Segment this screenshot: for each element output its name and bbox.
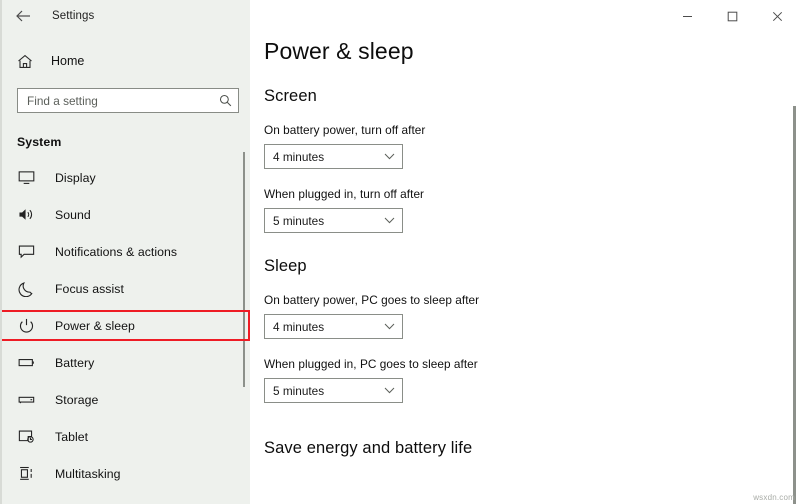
sidebar-item-tablet-label: Tablet <box>55 429 89 444</box>
content-pane: Power & sleep Screen On battery power, t… <box>250 0 800 504</box>
sidebar-item-home[interactable]: Home <box>2 44 250 78</box>
chevron-down-icon <box>383 385 395 397</box>
search-icon <box>218 94 232 108</box>
home-icon <box>16 52 34 70</box>
settings-window: Settings Home System <box>0 0 800 504</box>
storage-icon <box>17 390 36 409</box>
watermark: wsxdn.com <box>753 493 795 502</box>
section-heading-screen: Screen <box>264 87 317 105</box>
sidebar-item-battery-label: Battery <box>55 355 95 370</box>
sidebar-scrollbar[interactable] <box>243 152 245 387</box>
sidebar-item-power-and-sleep[interactable]: Power & sleep <box>2 307 250 344</box>
setting-sleep-plugged-in: When plugged in, PC goes to sleep after … <box>264 357 800 403</box>
back-arrow-icon[interactable] <box>12 5 34 27</box>
setting-screen-plugged-in: When plugged in, turn off after 5 minute… <box>264 187 800 233</box>
app-title: Settings <box>52 10 95 22</box>
window-controls <box>665 0 800 32</box>
sidebar-item-battery[interactable]: Battery <box>2 344 250 381</box>
sidebar: Settings Home System <box>2 0 250 504</box>
sidebar-item-notifications[interactable]: Notifications & actions <box>2 233 250 270</box>
setting-label: When plugged in, turn off after <box>264 187 425 201</box>
sidebar-item-sound-label: Sound <box>55 207 91 222</box>
battery-icon <box>17 353 36 372</box>
sidebar-item-storage-label: Storage <box>55 392 99 407</box>
power-icon <box>17 316 36 335</box>
setting-label: On battery power, PC goes to sleep after <box>264 293 480 307</box>
sidebar-item-sound[interactable]: Sound <box>2 196 250 233</box>
chevron-down-icon <box>383 215 395 227</box>
sidebar-item-storage[interactable]: Storage <box>2 381 250 418</box>
setting-sleep-on-battery: On battery power, PC goes to sleep after… <box>264 293 800 339</box>
page-title: Power & sleep <box>264 38 414 64</box>
title-bar-left: Settings <box>2 0 250 32</box>
dropdown-value: 4 minutes <box>273 319 325 334</box>
speaker-icon <box>17 205 36 224</box>
sidebar-item-power-and-sleep-label: Power & sleep <box>55 318 135 333</box>
settings-page-body: Power & sleep Screen On battery power, t… <box>250 0 800 458</box>
sidebar-item-display-label: Display <box>55 170 96 185</box>
sidebar-item-home-label: Home <box>51 54 85 68</box>
maximize-button[interactable] <box>710 0 755 32</box>
chevron-down-icon <box>383 151 395 163</box>
sidebar-item-multitasking[interactable]: Multitasking <box>2 455 250 492</box>
setting-label: On battery power, turn off after <box>264 123 426 137</box>
sidebar-group-title: System <box>17 135 62 149</box>
sidebar-item-focus-assist-label: Focus assist <box>55 281 124 296</box>
setting-screen-on-battery: On battery power, turn off after 4 minut… <box>264 123 800 169</box>
search-input[interactable] <box>27 89 218 112</box>
close-button[interactable] <box>755 0 800 32</box>
screen-on-battery-dropdown[interactable]: 4 minutes <box>264 144 403 169</box>
sidebar-item-multitasking-label: Multitasking <box>55 466 121 481</box>
sidebar-nav-list: Display Sound Notifications & actions Fo… <box>2 159 250 492</box>
multitasking-icon <box>17 464 36 483</box>
section-heading-save-energy: Save energy and battery life <box>264 439 473 457</box>
monitor-icon <box>17 168 36 187</box>
dropdown-value: 5 minutes <box>273 383 325 398</box>
minimize-button[interactable] <box>665 0 710 32</box>
notification-icon <box>17 242 36 261</box>
sleep-on-battery-dropdown[interactable]: 4 minutes <box>264 314 403 339</box>
dropdown-value: 5 minutes <box>273 213 325 228</box>
tablet-icon <box>17 427 36 446</box>
sidebar-item-display[interactable]: Display <box>2 159 250 196</box>
sleep-plugged-in-dropdown[interactable]: 5 minutes <box>264 378 403 403</box>
sidebar-item-tablet[interactable]: Tablet <box>2 418 250 455</box>
setting-label: When plugged in, PC goes to sleep after <box>264 357 478 371</box>
sidebar-item-focus-assist[interactable]: Focus assist <box>2 270 250 307</box>
screen-plugged-in-dropdown[interactable]: 5 minutes <box>264 208 403 233</box>
section-heading-sleep: Sleep <box>264 257 307 275</box>
chevron-down-icon <box>383 321 395 333</box>
dropdown-value: 4 minutes <box>273 149 325 164</box>
sidebar-item-notifications-label: Notifications & actions <box>55 244 178 259</box>
search-box[interactable] <box>17 88 239 113</box>
moon-icon <box>17 279 36 298</box>
content-scrollbar[interactable] <box>793 106 796 504</box>
